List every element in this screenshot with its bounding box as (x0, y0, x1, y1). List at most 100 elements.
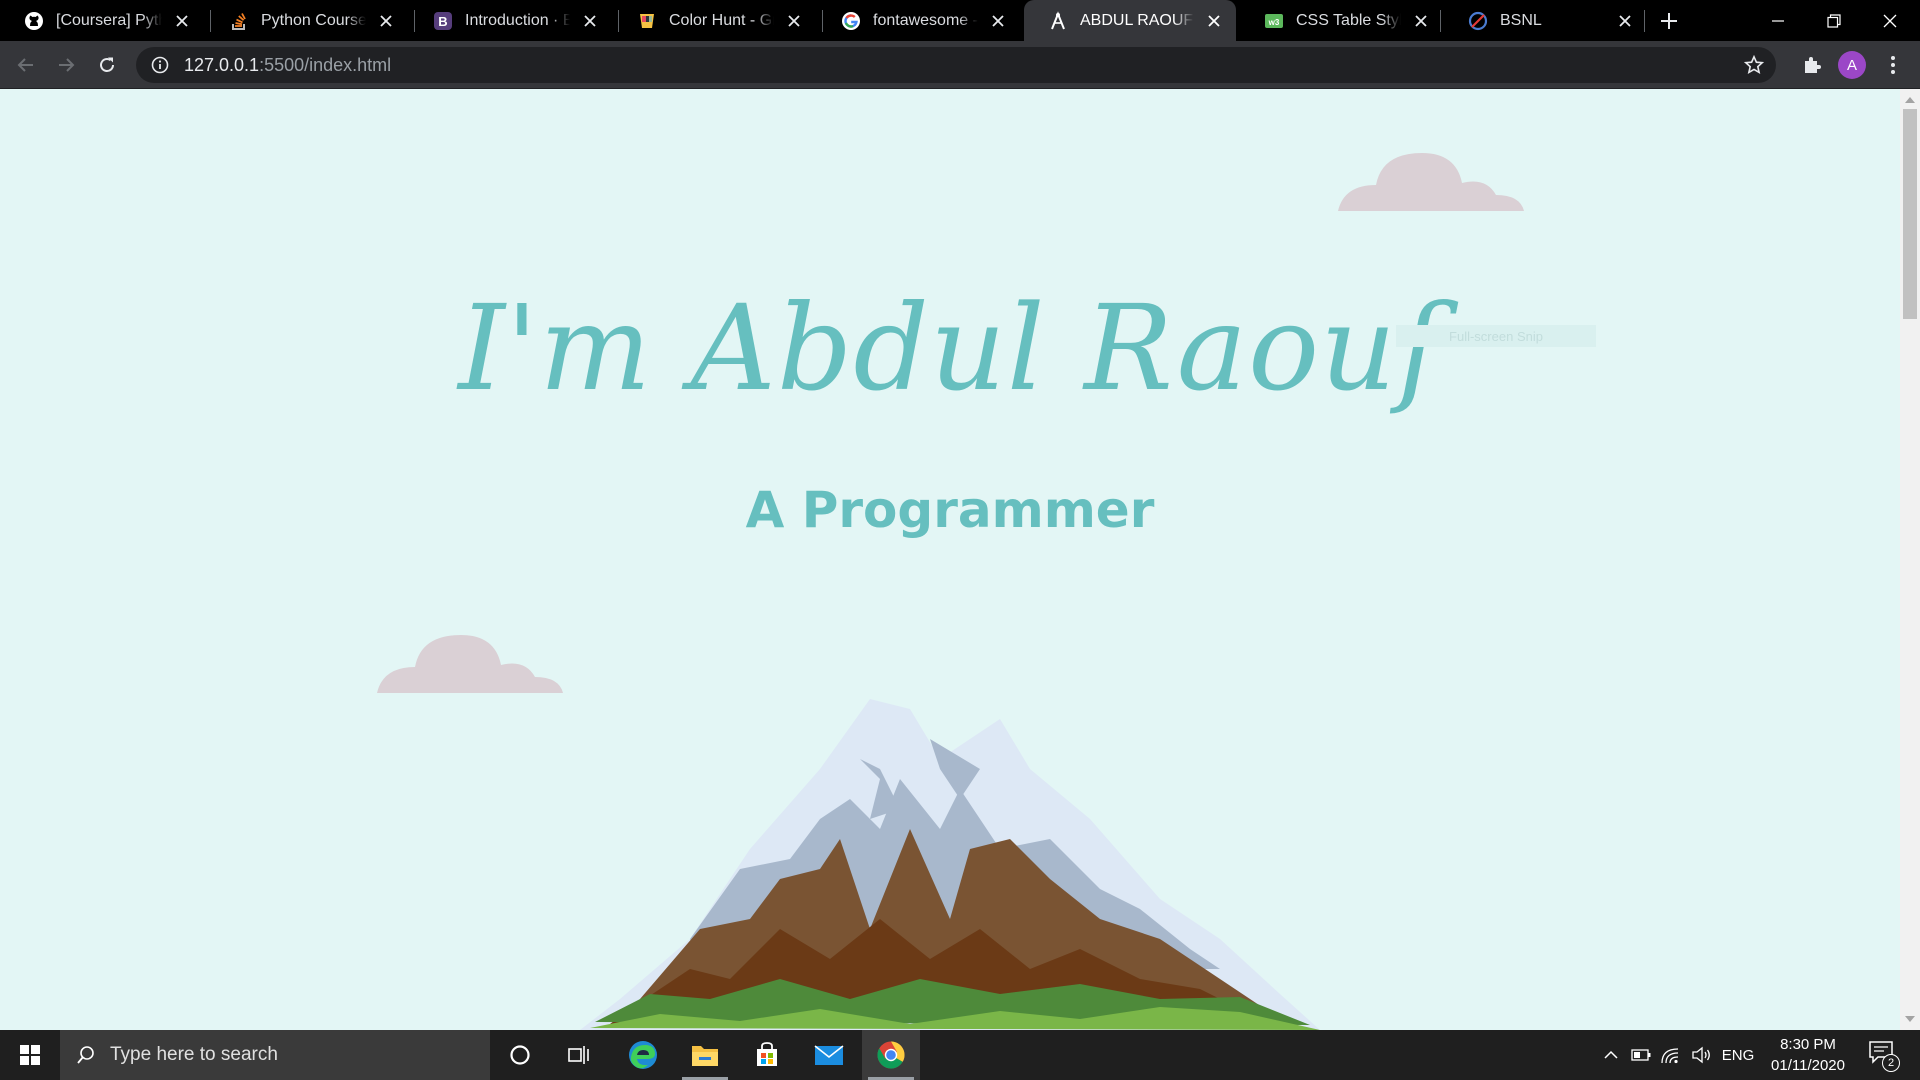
close-icon[interactable] (170, 9, 194, 33)
extensions-button[interactable] (1796, 49, 1828, 81)
tab-abdul-raouf[interactable]: ABDUL RAOUF (1024, 0, 1236, 41)
svg-text:w3: w3 (1268, 18, 1280, 27)
plus-icon (1661, 13, 1677, 29)
search-icon (74, 1043, 98, 1067)
file-explorer-button[interactable] (676, 1030, 734, 1080)
tab-css-table-style[interactable]: w3 CSS Table Style (1240, 0, 1443, 41)
svg-text:B: B (438, 14, 447, 29)
address-bar[interactable]: 127.0.0.1:5500/index.html (136, 47, 1776, 83)
tab-color-hunt[interactable]: Color Hunt - Grey (613, 0, 816, 41)
store-icon (757, 1042, 777, 1066)
search-placeholder: Type here to search (110, 1044, 278, 1065)
tab-fontawesome-google[interactable]: fontawesome - Google (817, 0, 1020, 41)
tab-bootstrap[interactable]: B Introduction · Bootstrap (409, 0, 612, 41)
restore-button[interactable] (1806, 0, 1862, 41)
tab-title: fontawesome - Google (873, 11, 978, 29)
close-icon[interactable] (578, 9, 602, 33)
chevron-up-icon (1604, 1050, 1618, 1059)
tab-coursera-python[interactable]: [Coursera] Python (0, 0, 204, 41)
restore-icon (1827, 13, 1841, 28)
tab-title: [Coursera] Python (56, 11, 162, 29)
close-icon[interactable] (782, 9, 806, 33)
cloud-mid-left (377, 635, 563, 693)
close-icon (1883, 14, 1897, 27)
file-explorer-icon (692, 1046, 718, 1066)
edge-icon (629, 1041, 657, 1069)
color-hunt-icon (637, 11, 657, 31)
tab-separator (1440, 10, 1441, 32)
chrome-button[interactable] (862, 1030, 920, 1080)
bootstrap-icon: B (433, 11, 453, 31)
task-view-icon (568, 1046, 589, 1064)
clock-date: 01/11/2020 (1771, 1057, 1845, 1074)
browser-toolbar: 127.0.0.1:5500/index.html A (0, 41, 1920, 89)
google-icon (841, 11, 861, 31)
windows-taskbar: Type here to search ENG 8:30 PM 01/11/20… (0, 1030, 1920, 1080)
edge-button[interactable] (614, 1030, 672, 1080)
battery-button[interactable] (1628, 1030, 1654, 1080)
clock-time: 8:30 PM (1780, 1036, 1836, 1053)
windows-logo-icon (20, 1045, 40, 1065)
arrow-right-icon (59, 58, 75, 72)
store-button[interactable] (738, 1030, 796, 1080)
close-icon[interactable] (1613, 9, 1637, 33)
speaker-icon (1692, 1046, 1710, 1064)
puzzle-icon (1805, 57, 1821, 73)
notification-count-badge: 2 (1882, 1054, 1900, 1072)
bookmark-star-icon[interactable] (1742, 53, 1766, 77)
mail-icon (814, 1045, 844, 1065)
task-view-button[interactable] (550, 1030, 608, 1080)
css-table-icon: w3 (1264, 11, 1284, 31)
url-path: :5500/index.html (259, 54, 392, 75)
reload-button[interactable] (91, 49, 123, 81)
kebab-menu-icon (1891, 56, 1895, 74)
show-hidden-icons-button[interactable] (1598, 1030, 1624, 1080)
snip-overlay-label: Full-screen Snip (1396, 325, 1596, 347)
page-scrollbar[interactable] (1900, 89, 1920, 1030)
page-subtitle: A Programmer (745, 481, 1155, 539)
close-icon[interactable] (1202, 9, 1226, 33)
close-icon[interactable] (986, 9, 1010, 33)
url-text: 127.0.0.1:5500/index.html (184, 55, 391, 76)
close-icon[interactable] (374, 9, 398, 33)
new-tab-button[interactable] (1656, 8, 1682, 34)
cloud-top-right (1338, 153, 1524, 211)
mountain-illustration (580, 699, 1320, 1030)
chrome-icon (877, 1041, 905, 1069)
info-icon[interactable] (150, 55, 170, 75)
volume-button[interactable] (1688, 1030, 1714, 1080)
profile-avatar[interactable]: A (1838, 51, 1866, 79)
language-indicator[interactable]: ENG (1718, 1030, 1758, 1080)
page-viewport: I'm Abdul Raouf A Programmer Full-screen… (0, 89, 1900, 1030)
url-host: 127.0.0.1 (184, 54, 260, 75)
page-title: I'm Abdul Raouf (458, 279, 1442, 417)
tab-python-coursera[interactable]: Python Coursera Assignment (205, 0, 408, 41)
network-button[interactable] (1658, 1030, 1684, 1080)
browser-menu-button[interactable] (1877, 49, 1909, 81)
start-button[interactable] (0, 1030, 60, 1080)
scroll-up-arrow[interactable] (1905, 97, 1915, 103)
mail-button[interactable] (800, 1030, 858, 1080)
close-window-button[interactable] (1862, 0, 1918, 41)
minimize-icon (1772, 19, 1784, 22)
minimize-button[interactable] (1750, 0, 1806, 41)
system-clock[interactable]: 8:30 PM 01/11/2020 (1760, 1034, 1856, 1076)
tab-separator (1644, 10, 1645, 32)
tab-strip: [Coursera] Python Python Coursera Assign… (0, 0, 1920, 41)
tab-title: Color Hunt - Grey (669, 11, 774, 29)
reload-icon (100, 57, 114, 72)
cortana-button[interactable] (491, 1030, 549, 1080)
back-button[interactable] (10, 49, 42, 81)
compass-icon (1048, 10, 1068, 31)
bsnl-icon (1468, 11, 1488, 31)
tab-bsnl[interactable]: BSNL (1444, 0, 1647, 41)
forward-button[interactable] (50, 49, 82, 81)
action-center-button[interactable]: 2 (1868, 1040, 1900, 1072)
scroll-down-arrow[interactable] (1905, 1016, 1915, 1022)
scrollbar-thumb[interactable] (1903, 109, 1917, 319)
close-icon[interactable] (1409, 9, 1433, 33)
github-icon (24, 11, 44, 31)
arrow-left-icon (17, 58, 33, 72)
taskbar-search[interactable]: Type here to search (60, 1030, 490, 1080)
tab-title: CSS Table Style (1296, 11, 1401, 29)
